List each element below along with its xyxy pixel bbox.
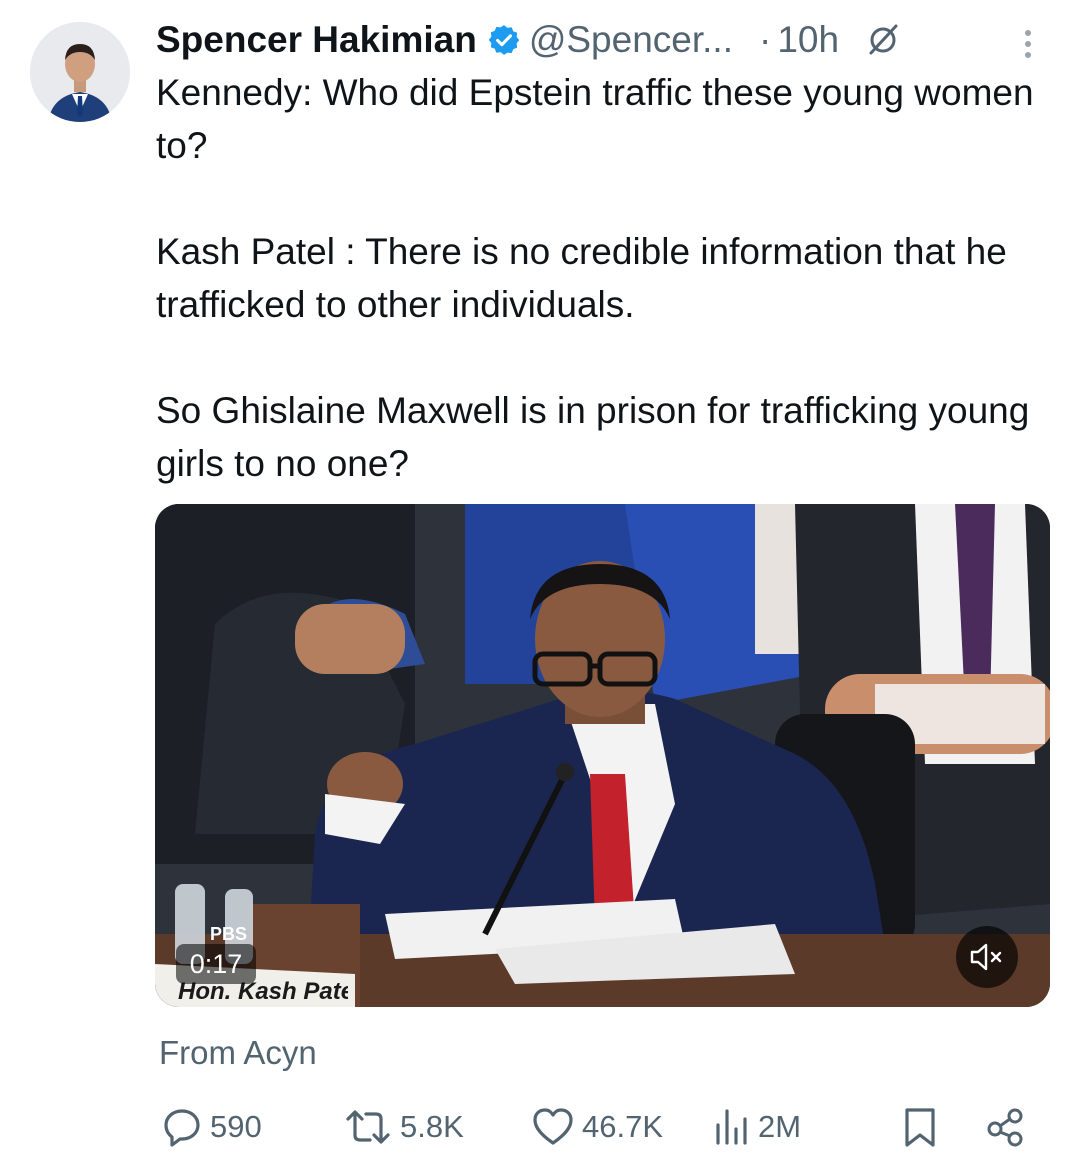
header-separator: · bbox=[758, 19, 772, 60]
tweet-text: Kennedy: Who did Epstein traffic these y… bbox=[156, 72, 1034, 484]
share-button[interactable] bbox=[984, 1100, 1028, 1154]
author-handle[interactable]: @Spencer... bbox=[529, 19, 733, 61]
avatar-photo bbox=[30, 22, 130, 122]
mute-icon bbox=[970, 943, 1002, 971]
more-icon[interactable] bbox=[1016, 26, 1040, 62]
reply-count: 590 bbox=[210, 1109, 262, 1144]
video-player[interactable] bbox=[155, 504, 1050, 1007]
tweet-timestamp[interactable]: 10h bbox=[777, 19, 839, 61]
like-icon bbox=[533, 1108, 573, 1145]
video-frame bbox=[155, 504, 1050, 1007]
network-logo: PBS bbox=[210, 924, 248, 944]
tweet-header: Spencer Hakimian @Spencer... · 10h bbox=[156, 14, 1040, 66]
views-button[interactable]: 2M bbox=[712, 1100, 801, 1154]
action-bar: 590 5.8K 46.7K 2M bbox=[0, 1100, 1080, 1154]
views-count: 2M bbox=[758, 1109, 802, 1144]
views-icon bbox=[716, 1109, 747, 1145]
repost-button[interactable]: 5.8K bbox=[342, 1100, 464, 1154]
reply-button[interactable]: 590 bbox=[160, 1100, 262, 1154]
share-icon bbox=[987, 1108, 1023, 1147]
like-button[interactable]: 46.7K bbox=[530, 1100, 663, 1154]
repost-icon bbox=[346, 1110, 390, 1144]
bookmark-icon bbox=[905, 1108, 935, 1147]
reply-icon bbox=[164, 1109, 200, 1147]
author-avatar[interactable] bbox=[30, 22, 130, 122]
mute-button[interactable] bbox=[956, 926, 1018, 988]
bookmark-button[interactable] bbox=[898, 1100, 942, 1154]
author-name[interactable]: Spencer Hakimian bbox=[156, 19, 477, 61]
verified-badge-icon bbox=[488, 25, 520, 55]
video-duration: 0:17 bbox=[176, 944, 256, 984]
repost-count: 5.8K bbox=[400, 1109, 464, 1144]
like-count: 46.7K bbox=[582, 1109, 664, 1144]
grok-icon[interactable] bbox=[865, 22, 901, 58]
media-source[interactable]: From Acyn bbox=[159, 1034, 317, 1072]
